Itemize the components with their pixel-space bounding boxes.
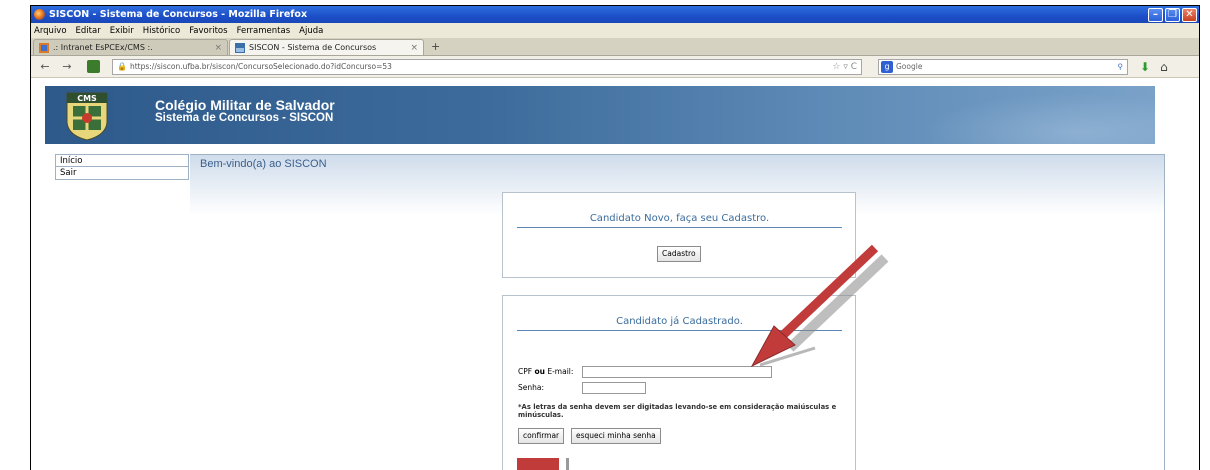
site-banner: CMS Colégio Militar de Salvador Sistema … — [45, 86, 1155, 144]
search-placeholder: Google — [896, 62, 923, 71]
lock-icon: 🔒 — [117, 62, 127, 71]
site-icon — [39, 42, 49, 53]
password-label: Senha: — [518, 383, 545, 392]
sidebar-item-sair[interactable]: Sair — [55, 167, 189, 180]
page-content: CMS Colégio Militar de Salvador Sistema … — [31, 78, 1199, 470]
cms-logo: CMS — [66, 92, 108, 141]
title-bar: SISCON - Sistema de Concursos - Mozilla … — [31, 6, 1199, 23]
navigation-bar: ← → 🔒 https://siscon.ufba.br/siscon/Conc… — [31, 56, 1199, 78]
search-bar[interactable]: g Google ⚲ — [878, 58, 1128, 75]
tab-close-icon[interactable]: × — [410, 43, 418, 53]
back-icon[interactable]: ← — [37, 60, 53, 73]
site-subtitle: Sistema de Concursos - SISCON — [155, 112, 334, 124]
tab-label: .: Intranet EsPCEx/CMS :. — [53, 43, 153, 52]
menu-historico[interactable]: Histórico — [143, 26, 180, 36]
download-icon[interactable]: ⬇ — [1140, 60, 1150, 74]
addon-icon[interactable] — [87, 60, 100, 73]
logo-text: CMS — [77, 94, 97, 103]
browser-window: SISCON - Sistema de Concursos - Mozilla … — [30, 5, 1200, 470]
password-input[interactable] — [582, 382, 646, 394]
sidebar: Início Sair — [55, 154, 189, 180]
page-title: Bem-vindo(a) ao SISCON — [200, 158, 327, 170]
new-candidate-title: Candidato Novo, faça seu Cadastro. — [517, 213, 842, 228]
site-title: Colégio Militar de Salvador — [155, 97, 335, 113]
menu-ferramentas[interactable]: Ferramentas — [237, 26, 291, 36]
firefox-icon — [34, 9, 45, 20]
existing-candidate-panel: Candidato já Cadastrado. CPF ou E-mail: … — [502, 295, 856, 470]
minimize-button[interactable]: – — [1148, 7, 1163, 22]
new-tab-button[interactable]: + — [425, 40, 446, 53]
new-candidate-panel: Candidato Novo, faça seu Cadastro. Cadas… — [502, 192, 856, 278]
confirm-button[interactable]: confirmar — [518, 428, 565, 444]
existing-candidate-title: Candidato já Cadastrado. — [517, 316, 842, 331]
menu-editar[interactable]: Editar — [76, 26, 101, 36]
menu-exibir[interactable]: Exibir — [110, 26, 134, 36]
maximize-button[interactable]: ❐ — [1165, 7, 1180, 22]
google-icon: g — [881, 60, 893, 73]
menu-ajuda[interactable]: Ajuda — [299, 26, 323, 36]
forgot-password-button[interactable]: esqueci minha senha — [571, 428, 661, 444]
tab-siscon[interactable]: SISCON - Sistema de Concursos × — [229, 39, 424, 55]
bookmark-star-icon[interactable]: ☆ ▿ C — [832, 62, 861, 72]
siscon-favicon-icon — [235, 42, 245, 53]
sidebar-item-inicio[interactable]: Início — [55, 154, 189, 167]
tab-close-icon[interactable]: × — [214, 43, 222, 53]
cpf-email-input[interactable] — [582, 366, 772, 378]
menu-arquivo[interactable]: Arquivo — [34, 26, 67, 36]
cpf-email-label: CPF ou E-mail: — [518, 367, 574, 376]
search-icon[interactable]: ⚲ — [1118, 62, 1128, 71]
tab-intranet[interactable]: .: Intranet EsPCEx/CMS :. × — [33, 39, 228, 55]
menu-favoritos[interactable]: Favoritos — [189, 26, 227, 36]
password-note: *As letras da senha devem ser digitadas … — [518, 403, 837, 419]
address-bar[interactable]: 🔒 https://siscon.ufba.br/siscon/Concurso… — [112, 58, 862, 75]
menu-bar: Arquivo Editar Exibir Histórico Favorito… — [31, 23, 1199, 38]
tab-label: SISCON - Sistema de Concursos — [249, 43, 377, 52]
banner-decoration — [895, 86, 1155, 144]
tab-bar: .: Intranet EsPCEx/CMS :. × SISCON - Sis… — [31, 38, 1199, 56]
close-button[interactable]: ✕ — [1182, 7, 1197, 22]
forward-icon[interactable]: → — [59, 60, 75, 73]
window-title: SISCON - Sistema de Concursos - Mozilla … — [49, 9, 308, 20]
home-icon[interactable]: ⌂ — [1160, 60, 1168, 74]
cadastro-button[interactable]: Cadastro — [657, 246, 701, 262]
url-text: https://siscon.ufba.br/siscon/ConcursoSe… — [129, 62, 392, 71]
